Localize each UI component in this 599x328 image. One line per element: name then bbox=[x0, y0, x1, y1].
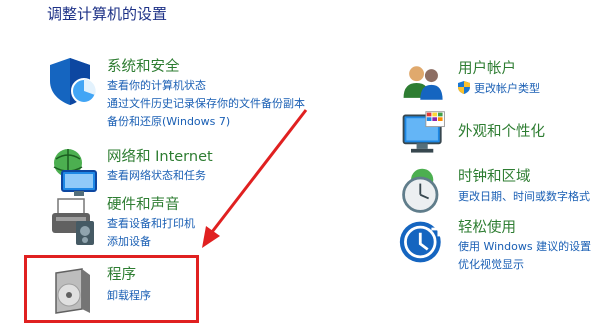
link-optimize-visual[interactable]: 优化视觉显示 bbox=[458, 256, 524, 272]
category-title[interactable]: 硬件和声音 bbox=[107, 193, 180, 214]
category-appearance: 外观和个性化 bbox=[398, 108, 599, 158]
category-clock-region: 时钟和区域 更改日期、时间或数字格式 bbox=[398, 165, 599, 213]
link-change-date-time[interactable]: 更改日期、时间或数字格式 bbox=[458, 188, 590, 204]
clock-icon[interactable] bbox=[398, 165, 450, 217]
category-network-internet: 网络和 Internet 查看网络状态和任务 bbox=[46, 145, 346, 196]
link-network-status[interactable]: 查看网络状态和任务 bbox=[107, 167, 206, 183]
category-hardware-sound: 硬件和声音 查看设备和打印机 添加设备 bbox=[46, 193, 346, 253]
annotation-highlight-box bbox=[24, 255, 199, 323]
ease-of-access-icon[interactable] bbox=[398, 216, 450, 268]
printer-icon[interactable] bbox=[46, 193, 102, 249]
category-title[interactable]: 时钟和区域 bbox=[458, 165, 531, 186]
link-windows-recommended[interactable]: 使用 Windows 建议的设置 bbox=[458, 238, 591, 254]
page-title: 调整计算机的设置 bbox=[47, 5, 168, 23]
link-change-account-type[interactable]: 更改帐户类型 bbox=[458, 80, 540, 96]
link-add-device[interactable]: 添加设备 bbox=[107, 233, 151, 249]
category-ease-of-access: 轻松使用 使用 Windows 建议的设置 优化视觉显示 bbox=[398, 216, 599, 276]
link-devices-printers[interactable]: 查看设备和打印机 bbox=[107, 215, 195, 231]
category-user-accounts: 用户帐户 更改帐户类型 bbox=[398, 57, 599, 102]
link-file-history[interactable]: 通过文件历史记录保存你的文件备份副本 bbox=[107, 95, 305, 111]
category-title[interactable]: 网络和 Internet bbox=[107, 145, 213, 166]
shield-icon[interactable] bbox=[46, 55, 102, 111]
category-title[interactable]: 外观和个性化 bbox=[458, 120, 545, 141]
category-title[interactable]: 轻松使用 bbox=[458, 216, 516, 237]
category-system-security: 系统和安全 查看你的计算机状态 通过文件历史记录保存你的文件备份副本 备份和还原… bbox=[46, 55, 346, 135]
category-title[interactable]: 用户帐户 bbox=[458, 57, 516, 78]
monitor-icon[interactable] bbox=[398, 108, 450, 160]
link-label: 更改帐户类型 bbox=[474, 82, 540, 95]
link-view-computer-status[interactable]: 查看你的计算机状态 bbox=[107, 77, 206, 93]
category-title[interactable]: 系统和安全 bbox=[107, 55, 180, 76]
link-backup-restore[interactable]: 备份和还原(Windows 7) bbox=[107, 113, 230, 129]
uac-shield-icon bbox=[458, 81, 470, 94]
users-icon[interactable] bbox=[398, 57, 450, 109]
